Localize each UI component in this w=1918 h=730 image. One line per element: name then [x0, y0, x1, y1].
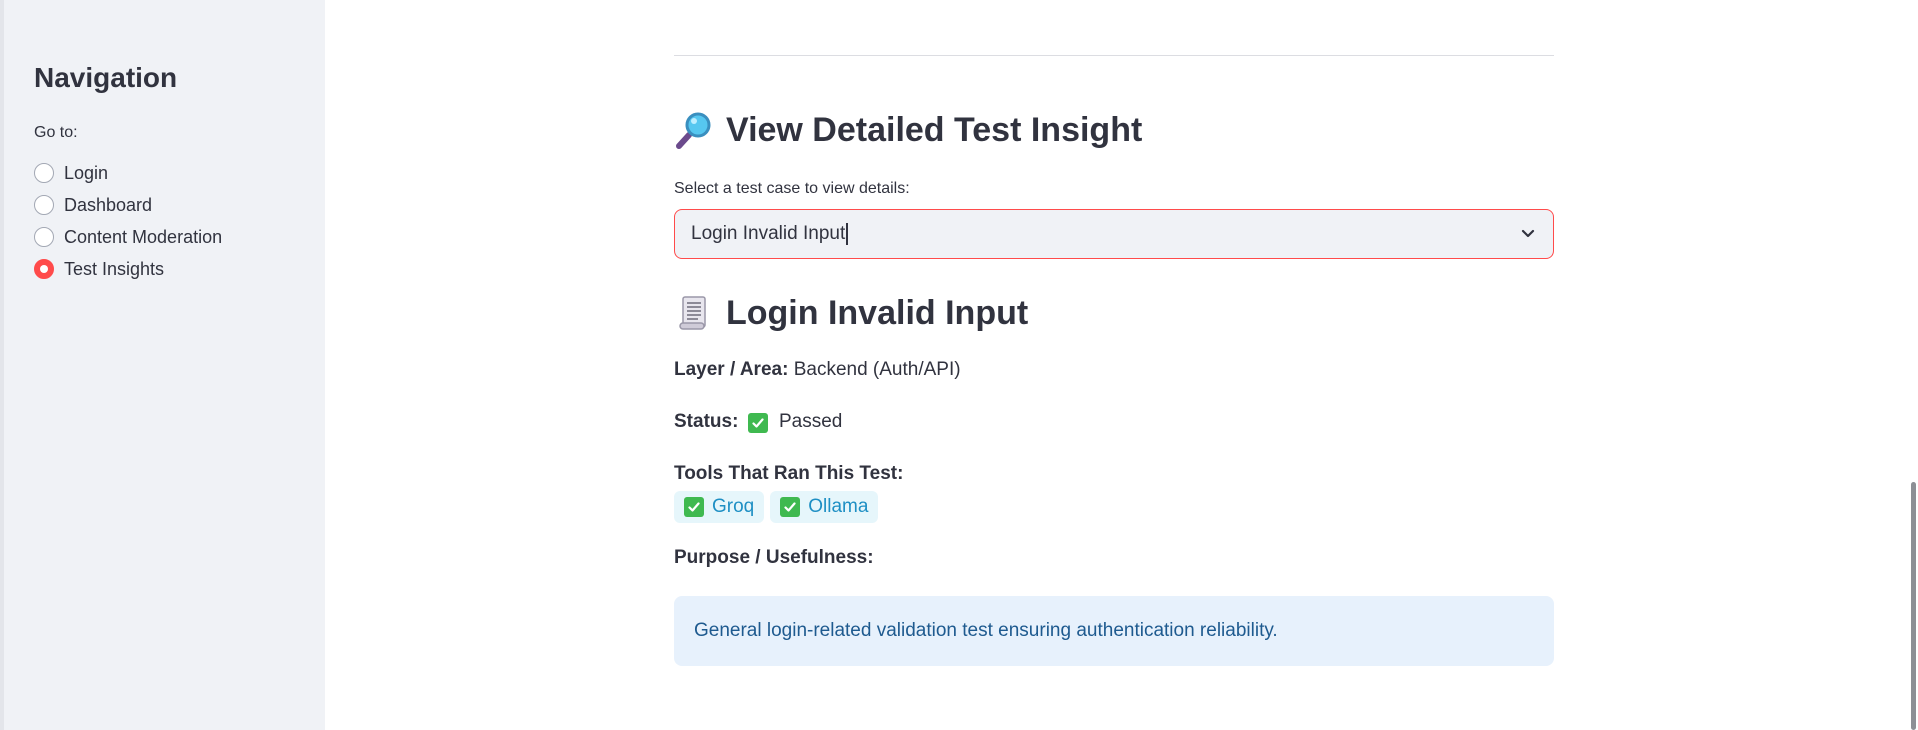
tool-chip-groq[interactable]: Groq: [674, 491, 765, 523]
magnifying-glass-icon: [674, 110, 714, 150]
radio-button-selected[interactable]: [34, 259, 54, 279]
select-label: Select a test case to view details:: [674, 180, 910, 197]
nav-radio-group: Login Dashboard Content Moderation Test …: [34, 157, 222, 285]
sidebar: Navigation Go to: Login Dashboard Conten…: [0, 0, 325, 730]
layer-row: Layer / Area: Backend (Auth/API): [674, 359, 961, 381]
tool-chip-ollama[interactable]: Ollama: [770, 491, 879, 523]
radio-button[interactable]: [34, 195, 54, 215]
status-value: Passed: [778, 411, 843, 432]
check-icon: [747, 413, 768, 433]
sidebar-title: Navigation: [34, 62, 178, 93]
goto-label: Go to:: [34, 124, 78, 141]
text-caret: [846, 223, 848, 245]
scroll-icon: [679, 296, 706, 330]
detail-heading: Login Invalid Input: [674, 293, 1028, 333]
check-icon: [684, 497, 704, 517]
tool-chip-label: Groq: [712, 496, 755, 517]
purpose-label-row: Purpose / Usefulness:: [674, 547, 874, 569]
nav-radio-label: Content Moderation: [64, 226, 223, 247]
nav-radio-test-insights[interactable]: Test Insights: [34, 253, 222, 285]
radio-button[interactable]: [34, 227, 54, 247]
nav-radio-dashboard[interactable]: Dashboard: [34, 189, 222, 221]
test-case-select[interactable]: Login Invalid Input: [674, 209, 1554, 259]
nav-radio-label: Test Insights: [64, 258, 165, 279]
nav-radio-login[interactable]: Login: [34, 157, 222, 189]
tools-list: Groq Ollama: [674, 491, 879, 523]
detail-title: Login Invalid Input: [726, 293, 1029, 332]
nav-radio-content-moderation[interactable]: Content Moderation: [34, 221, 222, 253]
purpose-label: Purpose / Usefulness:: [674, 547, 874, 568]
scrollbar[interactable]: [1906, 0, 1918, 730]
tools-label-row: Tools That Ran This Test:: [674, 463, 903, 485]
tools-label: Tools That Ran This Test:: [674, 463, 904, 484]
radio-button[interactable]: [34, 163, 54, 183]
nav-radio-label: Dashboard: [64, 194, 153, 215]
status-label: Status:: [674, 411, 739, 432]
check-icon: [780, 497, 801, 517]
select-value[interactable]: Login Invalid Input: [691, 223, 845, 245]
chevron-down-icon[interactable]: [1519, 225, 1537, 243]
purpose-info-box: General login-related validation test en…: [674, 596, 1554, 666]
purpose-text: General login-related validation test en…: [694, 620, 1278, 641]
divider: [674, 55, 1554, 56]
status-row: Status: Passed: [674, 411, 842, 433]
tool-chip-label: Ollama: [808, 496, 869, 517]
layer-label: Layer / Area:: [674, 359, 789, 380]
section-heading: View Detailed Test Insight: [674, 110, 1142, 150]
scrollbar-thumb[interactable]: [1911, 482, 1916, 730]
layer-value: Backend (Auth/API): [793, 359, 961, 380]
nav-radio-label: Login: [64, 162, 109, 183]
section-title: View Detailed Test Insight: [726, 110, 1143, 149]
